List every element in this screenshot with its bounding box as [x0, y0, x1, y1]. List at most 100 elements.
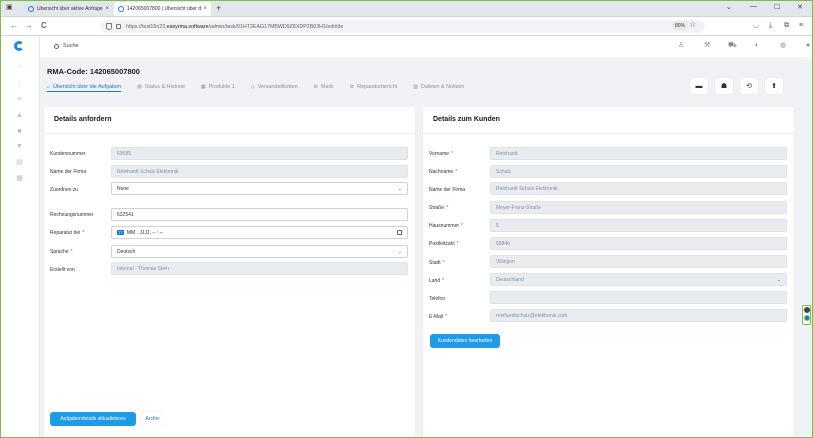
- select-value: Deutsch: [117, 248, 136, 255]
- history-icon: ▤: [137, 84, 142, 90]
- company-name-label: Name der Firma: [50, 169, 87, 175]
- url-input[interactable]: https://test16n23. easyrma.software/admin…: [100, 20, 705, 33]
- browser-menu-icon[interactable]: ▣: [6, 3, 13, 11]
- mail-icon: ✉: [313, 84, 318, 90]
- tab-files-notes[interactable]: ▥ Dateien & Notizen: [413, 82, 464, 92]
- house-number-label: Hausnummer *: [429, 223, 463, 229]
- customer-number-field: 69585: [111, 147, 408, 160]
- tab-label: Versandetiketten: [257, 84, 298, 90]
- maximize-button[interactable]: ☐: [774, 3, 780, 11]
- bell-icon[interactable]: ♙: [678, 42, 684, 49]
- request-details-card: Details anfordern Kundennummer 69585 Nam…: [44, 107, 415, 437]
- app: ⁘ ↑ ≡ ▲ ■ ▼ ▤ ▦ Suche ♙ ⚒ ⛟ ◐ ◍ ● RMA-Co…: [0, 36, 813, 438]
- browser-tab-active-requests[interactable]: Übersicht über aktive Anfragen ×: [24, 2, 113, 16]
- minimize-button[interactable]: —: [750, 3, 757, 10]
- tab-status-history[interactable]: ▤ Status & Historie: [137, 82, 185, 92]
- customer-number-label: Kundennummer: [50, 151, 86, 157]
- sync-button[interactable]: ⟲: [740, 78, 758, 94]
- upload-button[interactable]: ⬆: [765, 78, 783, 94]
- postal-code-field: 55846: [490, 237, 787, 250]
- phone-field: [490, 291, 787, 304]
- tab-overview[interactable]: ⌂ Übersicht über die Aufgaben: [47, 82, 122, 92]
- archive-button[interactable]: Archiv: [141, 412, 164, 426]
- card-title: Details zum Kunden: [433, 116, 500, 123]
- repair-at-datetime-input[interactable]: TT MM . JJJJ, -- : --: [111, 226, 408, 239]
- grid-icon[interactable]: ▦: [15, 175, 24, 182]
- tab-close-icon[interactable]: ×: [105, 6, 109, 12]
- box-icon[interactable]: ■: [15, 128, 24, 135]
- list-icon[interactable]: ≡: [15, 96, 24, 103]
- chevron-down-icon: ⌄: [397, 186, 402, 192]
- divider: [423, 133, 794, 134]
- card-icon[interactable]: ▤: [15, 159, 24, 166]
- easyrma-logo-icon[interactable]: [14, 41, 24, 51]
- sync-icon: ⟲: [746, 83, 752, 90]
- invoice-number-label: Rechnungsnummer: [50, 212, 94, 218]
- tab-label: 142065007800 | Übersicht über d: [127, 6, 202, 12]
- forward-button[interactable]: →: [25, 22, 33, 30]
- filter-icon[interactable]: ▼: [15, 143, 24, 150]
- update-task-details-button[interactable]: Aufgabendetails aktualisieren: [50, 412, 136, 426]
- tab-products[interactable]: ▦ Produkte 1: [201, 82, 235, 92]
- chevron-down-icon: ⌄: [776, 277, 781, 283]
- repair-at-label: Reparatur bei *: [50, 230, 85, 236]
- url-domain: easyrma.software: [166, 23, 209, 30]
- calendar-icon[interactable]: [397, 230, 402, 235]
- bookmark-star-icon[interactable]: ☆: [689, 20, 696, 29]
- date-placeholder: MM . JJJJ, -- : --: [126, 229, 163, 236]
- reload-button[interactable]: C: [41, 22, 47, 30]
- side-widget: [802, 305, 811, 325]
- search-input[interactable]: Suche: [50, 40, 106, 52]
- widget-logo-icon[interactable]: [803, 315, 810, 321]
- city-field: Villingen: [490, 255, 787, 268]
- truck-icon[interactable]: ⛟: [728, 42, 737, 49]
- select-value: None: [117, 185, 129, 192]
- tab-label: Reparaturbericht: [357, 84, 398, 90]
- shield-icon: [106, 23, 112, 30]
- date-tt-segment: TT: [117, 230, 124, 235]
- last-name-field: Schulz: [490, 165, 787, 178]
- tab-label: Mails: [321, 84, 334, 90]
- tab-action-buttons: ▬ ☗ ⟲ ⬆: [690, 78, 783, 94]
- email-action-button[interactable]: ▬: [690, 78, 708, 94]
- tab-mails[interactable]: ✉ Mails: [314, 82, 334, 92]
- invoice-number-input[interactable]: 632541: [111, 208, 408, 221]
- assign-to-select[interactable]: None ⌄: [111, 182, 408, 195]
- new-tab-button[interactable]: +: [216, 3, 221, 13]
- language-select[interactable]: Deutsch ⌄: [111, 245, 408, 258]
- edit-customer-data-button[interactable]: Kundendaten bearbeiten: [430, 334, 500, 348]
- tab-close-icon[interactable]: ×: [203, 6, 207, 12]
- house-number-field: 5: [490, 219, 787, 232]
- browser-tab-rma-overview[interactable]: 142065007800 | Übersicht über d ×: [114, 2, 211, 16]
- close-window-button[interactable]: ✕: [797, 3, 803, 11]
- search-placeholder: Suche: [63, 43, 79, 49]
- assign-user-button[interactable]: ☗: [715, 78, 733, 94]
- zoom-level[interactable]: 80%: [672, 21, 689, 30]
- upload-icon[interactable]: ↑: [15, 80, 24, 87]
- dashboard-icon[interactable]: ⁘: [15, 64, 24, 71]
- tab-repair-report[interactable]: ⚙ Reparaturbericht: [350, 82, 398, 92]
- page-title: RMA-Code: 142065007800: [47, 67, 140, 76]
- tab-shipping-labels[interactable]: ◇ Versandetiketten: [251, 82, 298, 92]
- downloads-icon[interactable]: ⤓: [769, 22, 772, 29]
- user-icon: ☗: [720, 83, 728, 90]
- wrench-icon[interactable]: ⚒: [704, 42, 710, 49]
- theme-toggle-icon[interactable]: ◐: [755, 42, 759, 49]
- tab-favicon-icon: [28, 6, 34, 12]
- postal-code-label: Postleitzahl *: [429, 241, 459, 247]
- avatar[interactable]: ●: [806, 42, 810, 49]
- tab-label: Produkte 1: [208, 84, 235, 90]
- chevron-down-icon: ⌄: [397, 249, 402, 255]
- back-button[interactable]: ←: [10, 22, 18, 30]
- close-widget-icon[interactable]: [803, 307, 810, 313]
- pocket-icon[interactable]: ◡: [753, 22, 759, 29]
- extensions-icon[interactable]: ⧉: [784, 22, 789, 29]
- tab-list-icon[interactable]: ⌄: [726, 3, 732, 11]
- customer-details-card: Details zum Kunden Vorname * Reinhardt Na…: [423, 107, 794, 437]
- tab-label: Übersicht über die Aufgaben: [53, 83, 122, 90]
- select-value: Deutschland: [496, 276, 524, 283]
- user-icon[interactable]: ▲: [15, 112, 24, 119]
- menu-icon[interactable]: ≡: [799, 22, 803, 29]
- task-tabs: ⌂ Übersicht über die Aufgaben ▤ Status & H…: [47, 82, 480, 94]
- help-icon[interactable]: ◍: [780, 42, 786, 49]
